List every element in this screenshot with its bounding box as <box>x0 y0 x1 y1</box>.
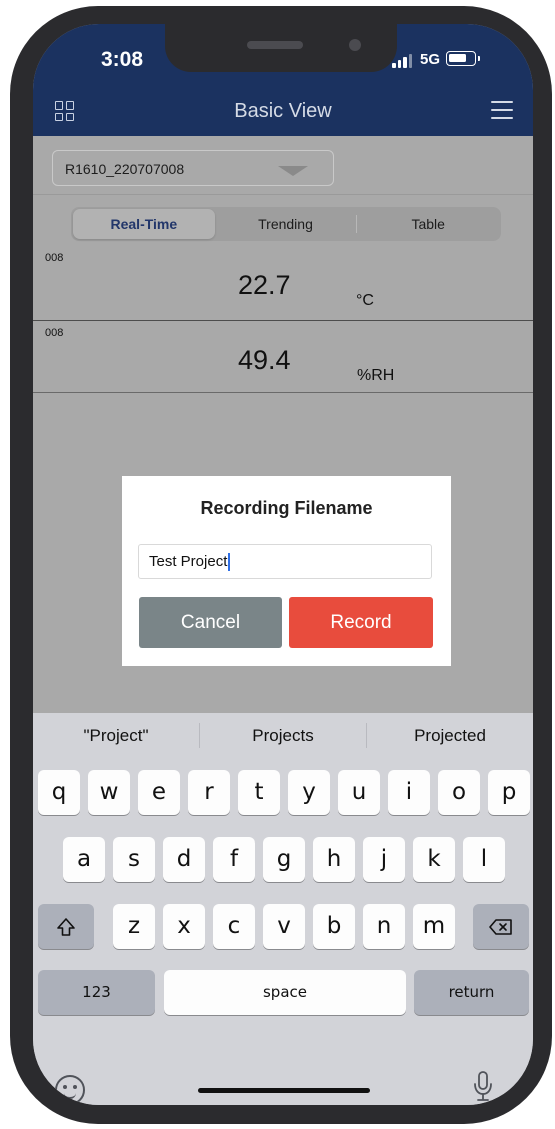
speaker <box>247 41 303 49</box>
tab-trending[interactable]: Trending <box>215 209 357 239</box>
key-u[interactable]: u <box>338 770 380 815</box>
dialog-title: Recording Filename <box>200 498 373 518</box>
reading-channel: 008 <box>45 252 64 264</box>
key-d[interactable]: d <box>163 837 205 882</box>
key-p[interactable]: p <box>488 770 530 815</box>
key-o[interactable]: o <box>438 770 480 815</box>
tab-real-time[interactable]: Real-Time <box>73 209 215 239</box>
key-c[interactable]: c <box>213 904 255 949</box>
suggestion-item[interactable]: Projected <box>367 713 533 758</box>
space-key[interactable]: space <box>164 970 406 1015</box>
device-select[interactable]: R1610_220707008 <box>52 150 334 186</box>
numbers-key[interactable]: 123 <box>38 970 155 1015</box>
tab-table[interactable]: Table <box>357 209 499 239</box>
key-a[interactable]: a <box>63 837 105 882</box>
keyboard: "Project" Projects Projected q w e r t y… <box>33 713 533 1105</box>
key-g[interactable]: g <box>263 837 305 882</box>
key-w[interactable]: w <box>88 770 130 815</box>
key-s[interactable]: s <box>113 837 155 882</box>
key-y[interactable]: y <box>288 770 330 815</box>
key-b[interactable]: b <box>313 904 355 949</box>
signal-icon <box>392 54 412 68</box>
key-k[interactable]: k <box>413 837 455 882</box>
suggestion-bar: "Project" Projects Projected <box>33 713 533 758</box>
network-label: 5G <box>420 51 441 68</box>
home-indicator[interactable] <box>198 1088 370 1093</box>
divider <box>33 392 533 393</box>
front-camera <box>349 39 361 51</box>
shift-icon <box>57 917 75 936</box>
suggestion-item[interactable]: Projects <box>200 713 366 758</box>
view-tabs: Real-Time Trending Table <box>71 207 501 241</box>
key-l[interactable]: l <box>463 837 505 882</box>
backspace-icon <box>489 918 512 935</box>
key-z[interactable]: z <box>113 904 155 949</box>
page-title: Basic View <box>234 100 332 122</box>
key-v[interactable]: v <box>263 904 305 949</box>
recording-filename-dialog: Recording Filename Test Project Cancel R… <box>122 476 451 666</box>
key-e[interactable]: e <box>138 770 180 815</box>
key-h[interactable]: h <box>313 837 355 882</box>
suggestion-item[interactable]: "Project" <box>33 713 199 758</box>
key-i[interactable]: i <box>388 770 430 815</box>
status-time: 3:08 <box>101 48 144 71</box>
record-button[interactable]: Record <box>289 597 433 648</box>
filename-input-value: Test Project <box>149 553 228 570</box>
volume-up-button <box>10 282 16 388</box>
reading-channel: 008 <box>45 327 64 339</box>
key-t[interactable]: t <box>238 770 280 815</box>
reading-unit: °C <box>356 292 374 309</box>
app-header: 3:08 5G Basic View <box>33 24 533 136</box>
key-r[interactable]: r <box>188 770 230 815</box>
key-f[interactable]: f <box>213 837 255 882</box>
text-caret <box>228 553 231 572</box>
key-x[interactable]: x <box>163 904 205 949</box>
dropdown-arrow-icon <box>278 166 308 176</box>
key-j[interactable]: j <box>363 837 405 882</box>
reading-row-humidity: 008 49.4 %RH <box>33 321 533 395</box>
key-q[interactable]: q <box>38 770 80 815</box>
reading-value: 49.4 <box>238 345 291 375</box>
menu-icon[interactable] <box>491 101 513 119</box>
key-m[interactable]: m <box>413 904 455 949</box>
key-n[interactable]: n <box>363 904 405 949</box>
reading-unit: %RH <box>357 367 395 384</box>
microphone-icon[interactable] <box>472 1070 494 1105</box>
shift-key[interactable] <box>38 904 94 949</box>
volume-down-button <box>10 416 16 524</box>
divider <box>33 194 533 195</box>
emoji-icon[interactable] <box>55 1075 85 1105</box>
mute-switch <box>10 196 16 248</box>
battery-icon <box>446 51 480 66</box>
reading-row-temperature: 008 22.7 °C <box>33 246 533 320</box>
phone-screen: 3:08 5G Basic View R1610_220707008 Real-… <box>33 24 533 1105</box>
filename-input[interactable]: Test Project <box>138 544 432 579</box>
return-key[interactable]: return <box>414 970 529 1015</box>
reading-value: 22.7 <box>238 270 291 300</box>
backspace-key[interactable] <box>473 904 529 949</box>
device-select-value: R1610_220707008 <box>65 161 185 177</box>
notch <box>165 24 397 72</box>
cancel-button[interactable]: Cancel <box>139 597 282 648</box>
